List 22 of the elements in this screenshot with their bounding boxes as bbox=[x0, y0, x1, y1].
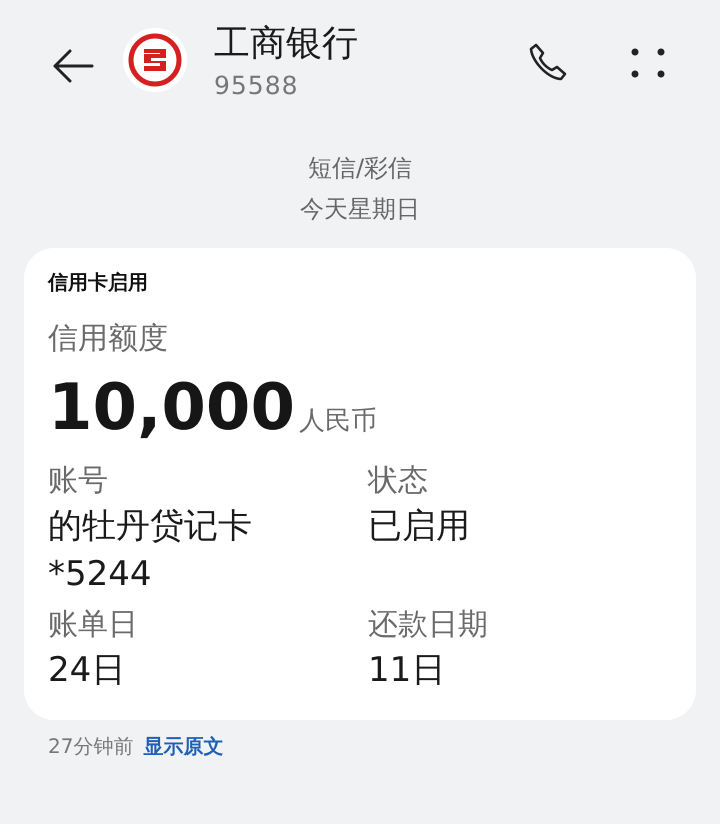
credit-amount: 10,000 bbox=[48, 370, 295, 447]
currency-label: 人民币 bbox=[298, 405, 377, 438]
field-value: 24日 bbox=[48, 649, 126, 692]
field-value: 已启用 bbox=[368, 505, 471, 548]
message-type: 短信/彩信 bbox=[308, 153, 412, 184]
limit-label: 信用额度 bbox=[48, 320, 169, 358]
card-title: 信用卡启用 bbox=[48, 269, 149, 296]
field-label: 账号 bbox=[48, 462, 109, 500]
message-date: 今天星期日 bbox=[300, 194, 420, 225]
field-value: *5244 bbox=[48, 553, 153, 596]
more-icon[interactable] bbox=[631, 48, 665, 78]
field-label: 状态 bbox=[368, 462, 429, 500]
show-original-link[interactable]: 显示原文 bbox=[143, 732, 224, 760]
contact-name: 工商银行 bbox=[214, 22, 358, 66]
contact-number: 95588 bbox=[214, 70, 300, 102]
logo-icon bbox=[122, 27, 188, 93]
field-label: 还款日期 bbox=[368, 606, 489, 644]
back-icon[interactable] bbox=[52, 49, 94, 83]
field-value: 的牡丹贷记卡 bbox=[48, 505, 253, 548]
field-label: 账单日 bbox=[48, 606, 139, 644]
message-time: 27分钟前 bbox=[48, 733, 134, 760]
field-value: 11日 bbox=[368, 649, 446, 692]
